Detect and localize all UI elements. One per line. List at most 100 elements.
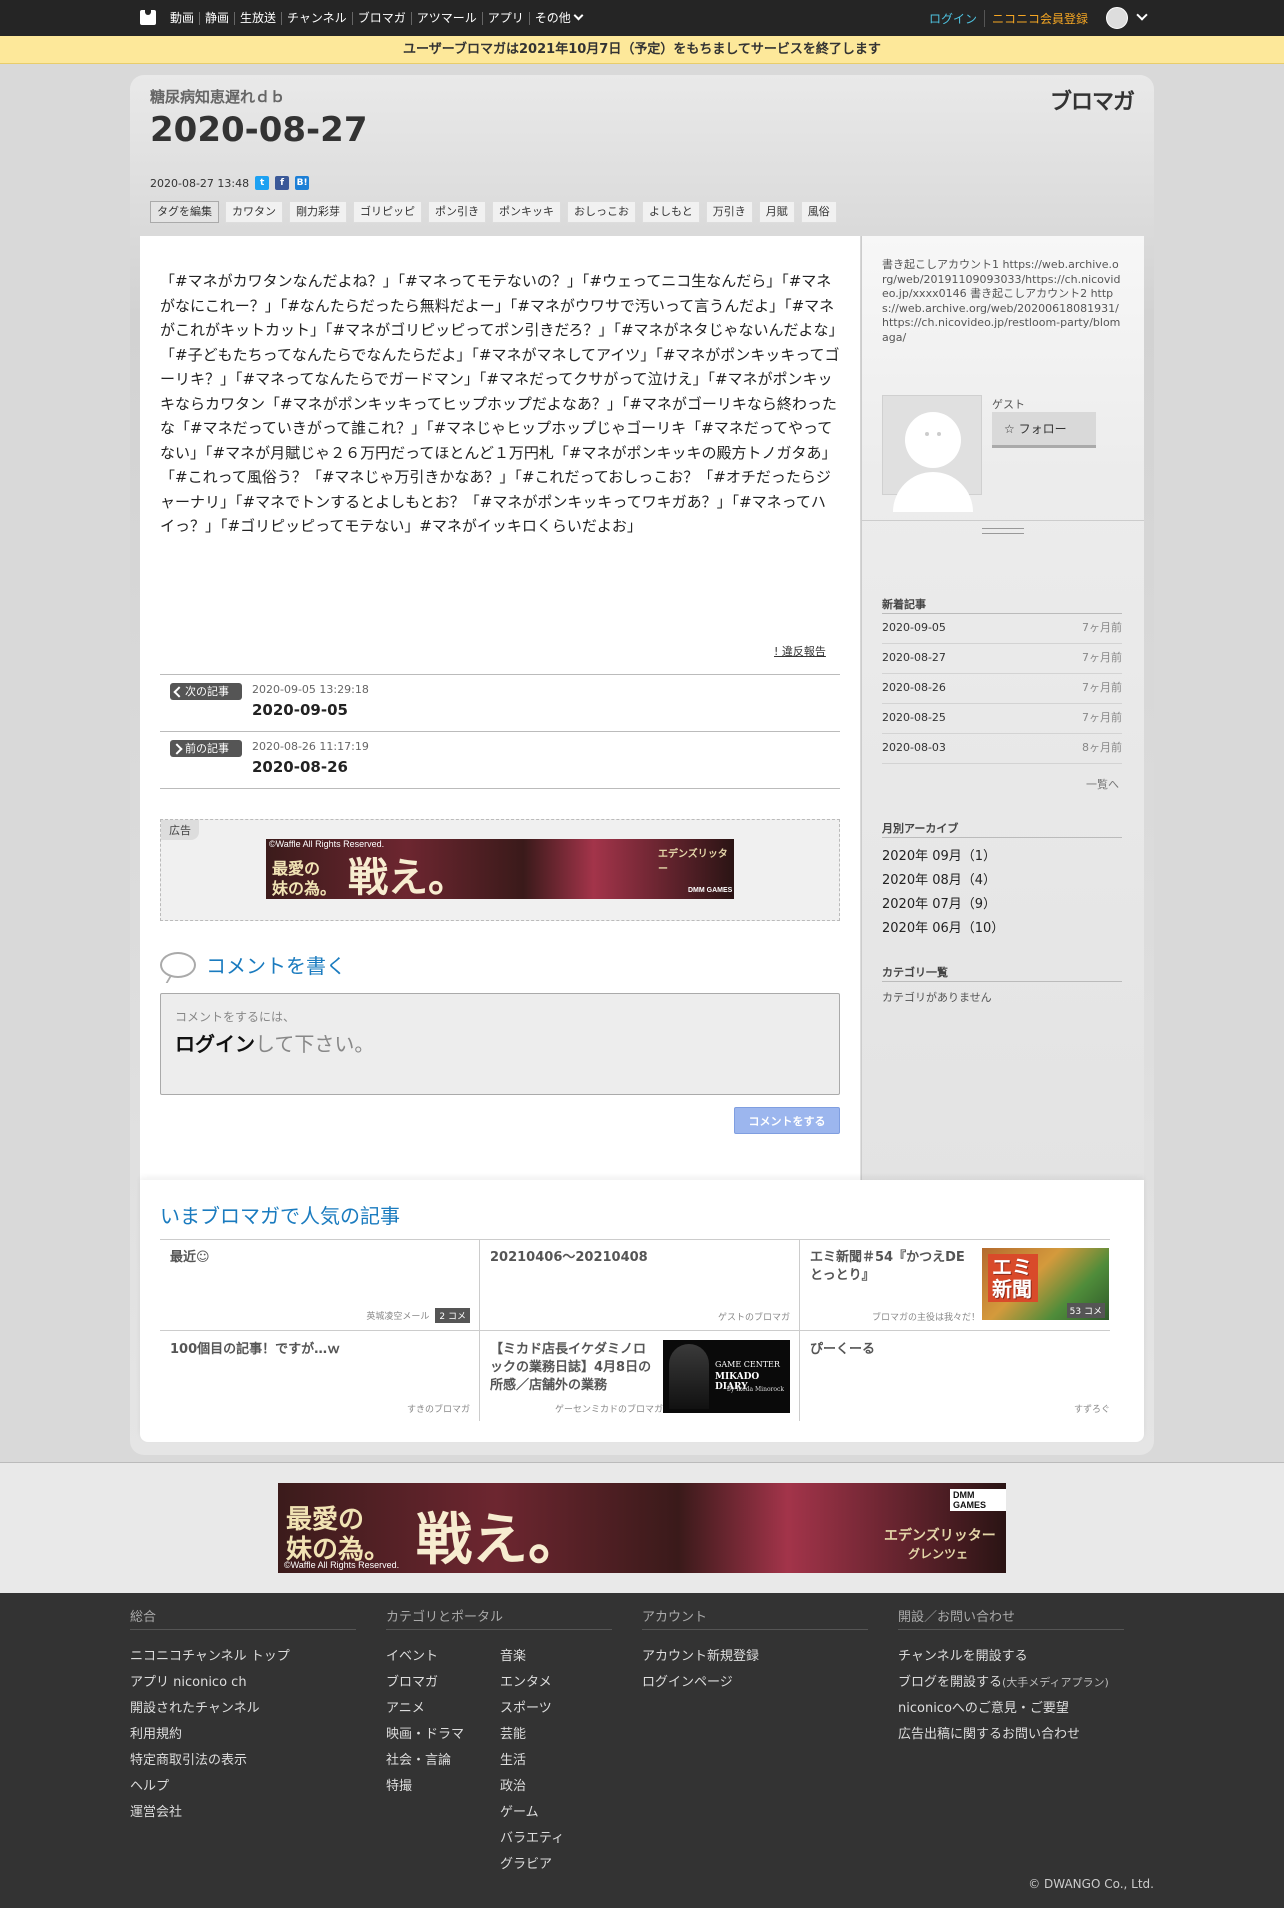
profile-avatar[interactable]	[882, 395, 982, 512]
footer-link[interactable]: 政治	[500, 1774, 564, 1800]
footer-link[interactable]: チャンネルを開設する	[898, 1644, 1124, 1670]
footer-link[interactable]: アカウント新規登録	[642, 1644, 868, 1670]
popular-item[interactable]: ぴーくーる すずろぐ	[800, 1331, 1120, 1423]
hatena-bookmark-icon[interactable]: B!	[295, 176, 310, 190]
footer-link-text[interactable]: ブログを開設する	[898, 1675, 1002, 1690]
niconico-logo-icon[interactable]	[140, 10, 156, 25]
footer-link[interactable]: アプリ niconico ch	[130, 1670, 356, 1696]
account-chevron-down-icon[interactable]	[1136, 9, 1148, 21]
comment-textarea[interactable]: コメントをするには、 ログインして下さい。	[160, 993, 840, 1095]
popular-item-title[interactable]: エミ新聞＃54『かつえDEとっとり』	[810, 1249, 970, 1285]
footer-link[interactable]: 生活	[500, 1748, 564, 1774]
recent-article-item[interactable]: 2020-08-03 8ヶ月前	[882, 734, 1122, 764]
recent-article-date[interactable]: 2020-08-27	[882, 651, 946, 664]
popular-item-blog[interactable]: ゲーセンミカドのブロマガ	[555, 1402, 663, 1415]
author-name[interactable]: ゲスト	[992, 396, 1025, 412]
nav-live[interactable]: 生放送	[234, 11, 281, 25]
prev-article-title[interactable]: 2020-08-26	[252, 758, 348, 776]
archive-month[interactable]: 2020年 09月（1）	[882, 845, 996, 864]
report-link[interactable]: ! 違反報告	[774, 643, 826, 659]
tag[interactable]: よしもと	[642, 201, 700, 223]
popular-item-title[interactable]: 100個目の記事！ですが…ｗ	[170, 1341, 340, 1359]
edit-tags-button[interactable]: タグを編集	[150, 201, 219, 223]
comment-login-link[interactable]: ログイン	[175, 1032, 255, 1056]
archive-month[interactable]: 2020年 08月（4）	[882, 869, 996, 888]
view-all-link[interactable]: 一覧へ	[1086, 776, 1119, 792]
user-avatar[interactable]	[1106, 7, 1128, 29]
footer-link[interactable]: 広告出稿に関するお問い合わせ	[898, 1722, 1124, 1748]
popular-item[interactable]: 20210406～20210408 ゲストのブロマガ	[480, 1239, 800, 1331]
ad-banner[interactable]: ©Waffle All Rights Reserved. 最愛の 妹の為。 戦え…	[266, 839, 734, 899]
popular-item-title[interactable]: 20210406～20210408	[490, 1249, 648, 1267]
submit-comment-button[interactable]: コメントをする	[734, 1107, 840, 1134]
blomaga-logo[interactable]: ブロマガ	[1050, 84, 1135, 116]
popular-item-blog[interactable]: ブロマガの主役は我々だ！	[872, 1310, 980, 1323]
footer-link[interactable]: スポーツ	[500, 1696, 564, 1722]
tag[interactable]: 月賦	[758, 201, 795, 223]
mikado-diary-thumbnail[interactable]: GAME CENTER MIKADO DIARY by Ikeda Minoro…	[663, 1340, 790, 1413]
footer-link[interactable]: グラビア	[500, 1852, 564, 1878]
footer-link[interactable]: アニメ	[386, 1696, 500, 1722]
footer-link[interactable]: 運営会社	[130, 1800, 356, 1826]
recent-article-item[interactable]: 2020-09-05 7ヶ月前	[882, 614, 1122, 644]
tag[interactable]: ポンキッキ	[492, 201, 561, 223]
recent-article-date[interactable]: 2020-08-25	[882, 711, 946, 724]
recent-article-item[interactable]: 2020-08-27 7ヶ月前	[882, 644, 1122, 674]
recent-article-item[interactable]: 2020-08-25 7ヶ月前	[882, 704, 1122, 734]
recent-article-date[interactable]: 2020-08-26	[882, 681, 946, 694]
footer-link[interactable]: 社会・言論	[386, 1748, 500, 1774]
bottom-ad-banner[interactable]: 最愛の 妹の為。 戦え。 ©Waffle All Rights Reserved…	[278, 1483, 1006, 1573]
nav-blomaga[interactable]: ブロマガ	[351, 11, 411, 25]
emi-news-thumbnail[interactable]: エミ新聞 53 コメ	[982, 1248, 1109, 1320]
tag[interactable]: おしっこお	[567, 201, 636, 223]
footer-link[interactable]: バラエティ	[500, 1826, 564, 1852]
popular-item-title[interactable]: ぴーくーる	[810, 1341, 875, 1359]
collapse-handle-icon[interactable]	[982, 528, 1024, 534]
footer-link[interactable]: niconicoへのご意見・ご要望	[898, 1696, 1124, 1722]
popular-item-title[interactable]: 最近☺	[170, 1249, 210, 1267]
recent-article-date[interactable]: 2020-08-03	[882, 741, 946, 754]
footer-link[interactable]: エンタメ	[500, 1670, 564, 1696]
popular-item-blog[interactable]: 英城凌空メール	[366, 1309, 429, 1322]
prev-article[interactable]: 前の記事 2020-08-26 11:17:19 2020-08-26	[160, 731, 840, 789]
footer-link[interactable]: ブログを開設する(大手メディアプラン)	[898, 1670, 1124, 1696]
nav-channel[interactable]: チャンネル	[281, 11, 352, 25]
popular-item-blog[interactable]: ゲストのブロマガ	[718, 1310, 790, 1323]
next-article-title[interactable]: 2020-09-05	[252, 701, 348, 719]
footer-link[interactable]: イベント	[386, 1644, 500, 1670]
register-link[interactable]: ニコニコ会員登録	[985, 10, 1088, 27]
follow-button[interactable]: ☆ フォロー	[992, 412, 1096, 448]
popular-item[interactable]: 100個目の記事！ですが…ｗ すきのブロマガ	[160, 1331, 480, 1423]
footer-link[interactable]: 映画・ドラマ	[386, 1722, 500, 1748]
nav-more[interactable]: その他	[528, 10, 587, 25]
footer-link[interactable]: 芸能	[500, 1722, 564, 1748]
footer-link[interactable]: ログインページ	[642, 1670, 868, 1696]
tag[interactable]: ポン引き	[428, 201, 486, 223]
footer-link[interactable]: 特定商取引法の表示	[130, 1748, 356, 1774]
blog-name[interactable]: 糖尿病知恵遅れｄｂ	[150, 86, 285, 107]
footer-link[interactable]: 開設されたチャンネル	[130, 1696, 356, 1722]
tag[interactable]: 万引き	[705, 201, 753, 223]
popular-item-blog[interactable]: すずろぐ	[1074, 1402, 1110, 1415]
footer-link[interactable]: ニコニコチャンネル トップ	[130, 1644, 356, 1670]
tag[interactable]: 剛力彩芽	[289, 201, 347, 223]
login-link[interactable]: ログイン	[929, 9, 985, 27]
tag[interactable]: カワタン	[225, 201, 283, 223]
popular-item[interactable]: 最近☺ 英城凌空メール 2 コメ	[160, 1239, 480, 1331]
facebook-share-icon[interactable]: f	[275, 176, 290, 190]
popular-item-blog[interactable]: すきのブロマガ	[407, 1402, 470, 1415]
footer-link[interactable]: ブロマガ	[386, 1670, 500, 1696]
footer-link[interactable]: 特撮	[386, 1774, 500, 1800]
nav-seiga[interactable]: 静画	[199, 11, 234, 25]
next-article[interactable]: 次の記事 2020-09-05 13:29:18 2020-09-05	[160, 674, 840, 732]
nav-app[interactable]: アプリ	[481, 11, 529, 25]
footer-link[interactable]: 利用規約	[130, 1722, 356, 1748]
tag[interactable]: 風俗	[800, 201, 837, 223]
archive-month[interactable]: 2020年 06月（10）	[882, 917, 1004, 936]
nav-atsumaru[interactable]: アツマール	[410, 11, 482, 25]
recent-article-date[interactable]: 2020-09-05	[882, 621, 946, 634]
tag[interactable]: ゴリピッピ	[353, 201, 422, 223]
footer-link[interactable]: 音楽	[500, 1644, 564, 1670]
recent-article-item[interactable]: 2020-08-26 7ヶ月前	[882, 674, 1122, 704]
twitter-share-icon[interactable]: t	[255, 176, 270, 190]
